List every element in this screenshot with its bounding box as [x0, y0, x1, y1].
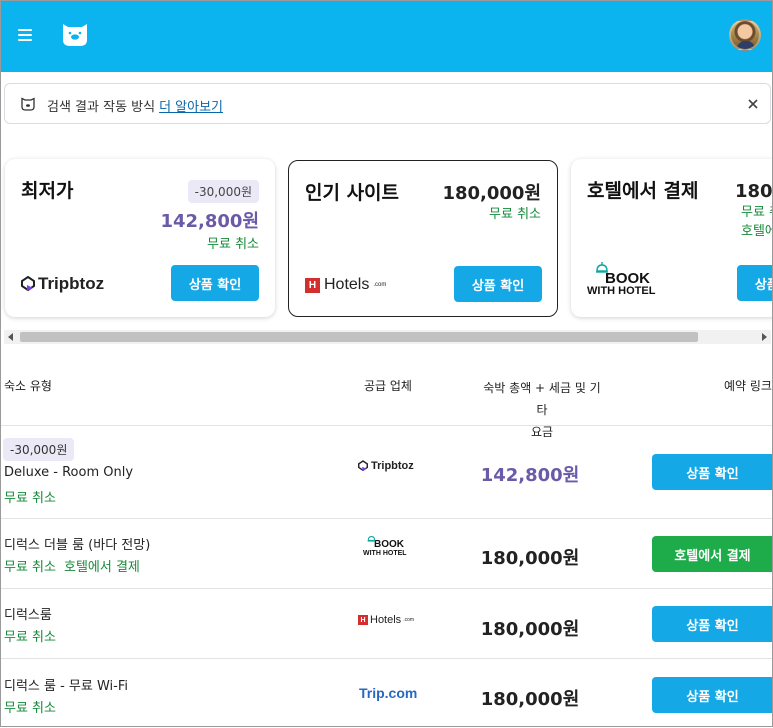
room-name: Deluxe - Room Only [4, 465, 134, 480]
brand-line-1: BOOK [605, 270, 650, 287]
view-deal-button[interactable]: 상품 확인 [652, 454, 773, 490]
scroll-left-arrow-icon[interactable] [8, 333, 13, 341]
view-deal-button[interactable]: 상품 확인 [652, 606, 773, 642]
table-row: 디럭스룸 무료 취소 H Hotels .com 180,000원 상품 확인 [0, 588, 773, 659]
room-price: 180,000원 [480, 689, 580, 710]
scrollbar-thumb[interactable] [20, 332, 698, 342]
card-title: 인기 사이트 [305, 182, 400, 204]
hotels-com-logo: H Hotels .com [305, 272, 386, 298]
table-row: 디럭스 룸 - 무료 Wi-Fi 무료 취소 Trip.com 180,000원… [0, 658, 773, 728]
hotels-mark-icon: H [358, 615, 368, 625]
discount-badge: -30,000원 [187, 180, 259, 203]
view-deal-button[interactable]: 상품 확인 [737, 265, 773, 301]
card-price: 142,800원 [160, 211, 259, 232]
card-title: 최저가 [21, 180, 74, 202]
header-room-type: 숙소 유형 [4, 379, 52, 393]
search-info-banner: 검색 결과 작동 방식 더 알아보기 [4, 83, 771, 124]
room-price: 180,000원 [480, 548, 580, 569]
free-cancel-label: 무료 취소 [4, 630, 56, 645]
supplier-name: Trip.com [359, 685, 418, 701]
view-deal-button[interactable]: 상품 확인 [171, 265, 259, 301]
top-app-bar [0, 0, 773, 72]
rates-table-header: 숙소 유형 공급 업체 숙박 총액 + 세금 및 기타 요금 예약 링크 [0, 374, 773, 439]
book-with-hotel-logo: BOOK WITH HOTEL [587, 262, 655, 297]
free-cancel-label: 무료 취소 [741, 205, 773, 220]
hotels-suffix: .com [403, 617, 415, 623]
hotels-suffix: .com [373, 282, 387, 288]
supplier-logo-tripbtoz: Tripbtoz [358, 460, 414, 472]
pay-at-hotel-label: 호텔에서 결제 [63, 560, 140, 575]
room-price: 142,800원 [480, 465, 580, 486]
room-name: 디럭스 룸 - 무료 Wi-Fi [4, 679, 128, 694]
supplier-logo-book-with-hotel: BOOK WITH HOTEL [363, 536, 407, 557]
close-icon[interactable] [746, 97, 760, 111]
free-cancel-label: 무료 취소 [207, 237, 259, 252]
tripbtoz-mark-icon [21, 276, 35, 292]
free-cancel-label: 무료 취소 [4, 701, 56, 716]
card-lowest-price[interactable]: 최저가 -30,000원 142,800원 무료 취소 Tripbtoz 상품 … [5, 159, 275, 317]
header-supplier: 공급 업체 [364, 379, 412, 393]
bell-icon [367, 536, 376, 542]
brand-line-2: WITH HOTEL [363, 550, 407, 557]
learn-more-link[interactable]: 더 알아보기 [159, 100, 223, 115]
hotels-mark-icon: H [305, 277, 320, 293]
user-avatar[interactable] [729, 19, 761, 51]
supplier-name: Tripbtoz [371, 460, 414, 472]
supplier-logo-hotels-com: H Hotels .com [358, 614, 414, 626]
bell-icon [596, 262, 608, 273]
pay-at-hotel-label: 호텔에서 결제 [741, 224, 773, 239]
supplier-logo-trip-com: Trip.com [359, 683, 417, 702]
brand-line-1: BOOK [374, 539, 404, 550]
free-cancel-label: 무료 취소 [4, 491, 56, 506]
room-price: 180,000원 [480, 619, 580, 640]
card-price: 180,000원 [442, 183, 541, 204]
hotels-wordmark: Hotels [324, 276, 370, 293]
card-price: 180,000원 [735, 181, 773, 202]
pay-at-hotel-button[interactable]: 호텔에서 결제 [652, 536, 773, 572]
discount-badge: -30,000원 [3, 438, 75, 461]
supplier-name: Hotels [370, 614, 402, 626]
free-cancel-label: 무료 취소 [489, 207, 541, 222]
room-name: 디럭스 더블 룸 (바다 전망) [4, 538, 151, 553]
table-row: -30,000원 Deluxe - Room Only 무료 취소 Tripbt… [0, 425, 773, 518]
hamburger-menu-icon[interactable] [18, 29, 32, 41]
scroll-right-arrow-icon[interactable] [762, 333, 767, 341]
room-tags: 무료 취소 [4, 487, 56, 506]
card-popular-site[interactable]: 인기 사이트 180,000원 무료 취소 H Hotels .com 상품 확인 [288, 160, 558, 317]
header-booking-link: 예약 링크 [724, 379, 772, 393]
card-pay-at-hotel[interactable]: 호텔에서 결제 180,000원 무료 취소 호텔에서 결제 BOOK WITH… [571, 159, 773, 317]
room-tags: 무료 취소 [4, 626, 56, 645]
search-info-label: 검색 결과 작동 방식 [47, 100, 156, 115]
room-name: 디럭스룸 [4, 608, 52, 623]
price-cards-carousel: 최저가 -30,000원 142,800원 무료 취소 Tripbtoz 상품 … [0, 150, 773, 330]
table-row: 디럭스 더블 룸 (바다 전망) 무료 취소 호텔에서 결제 BOOK WITH … [0, 518, 773, 589]
room-tags: 무료 취소 호텔에서 결제 [4, 556, 140, 575]
view-deal-button[interactable]: 상품 확인 [454, 266, 542, 302]
card-title: 호텔에서 결제 [587, 180, 699, 202]
view-deal-button[interactable]: 상품 확인 [652, 677, 773, 713]
search-info-text: 검색 결과 작동 방식 더 알아보기 [47, 96, 223, 115]
tripbtoz-wordmark: Tripbtoz [38, 274, 105, 293]
carousel-scrollbar[interactable] [4, 330, 771, 344]
header-total-price-line1: 숙박 총액 + 세금 및 기타 [483, 381, 601, 417]
free-cancel-label: 무료 취소 [4, 560, 56, 575]
bear-logo-icon[interactable] [60, 20, 90, 48]
bear-outline-icon [21, 97, 35, 111]
brand-line-2: WITH HOTEL [587, 285, 656, 297]
room-tags: 무료 취소 [4, 697, 56, 716]
tripbtoz-logo: Tripbtoz [21, 271, 104, 297]
tripbtoz-mark-icon [358, 460, 368, 472]
